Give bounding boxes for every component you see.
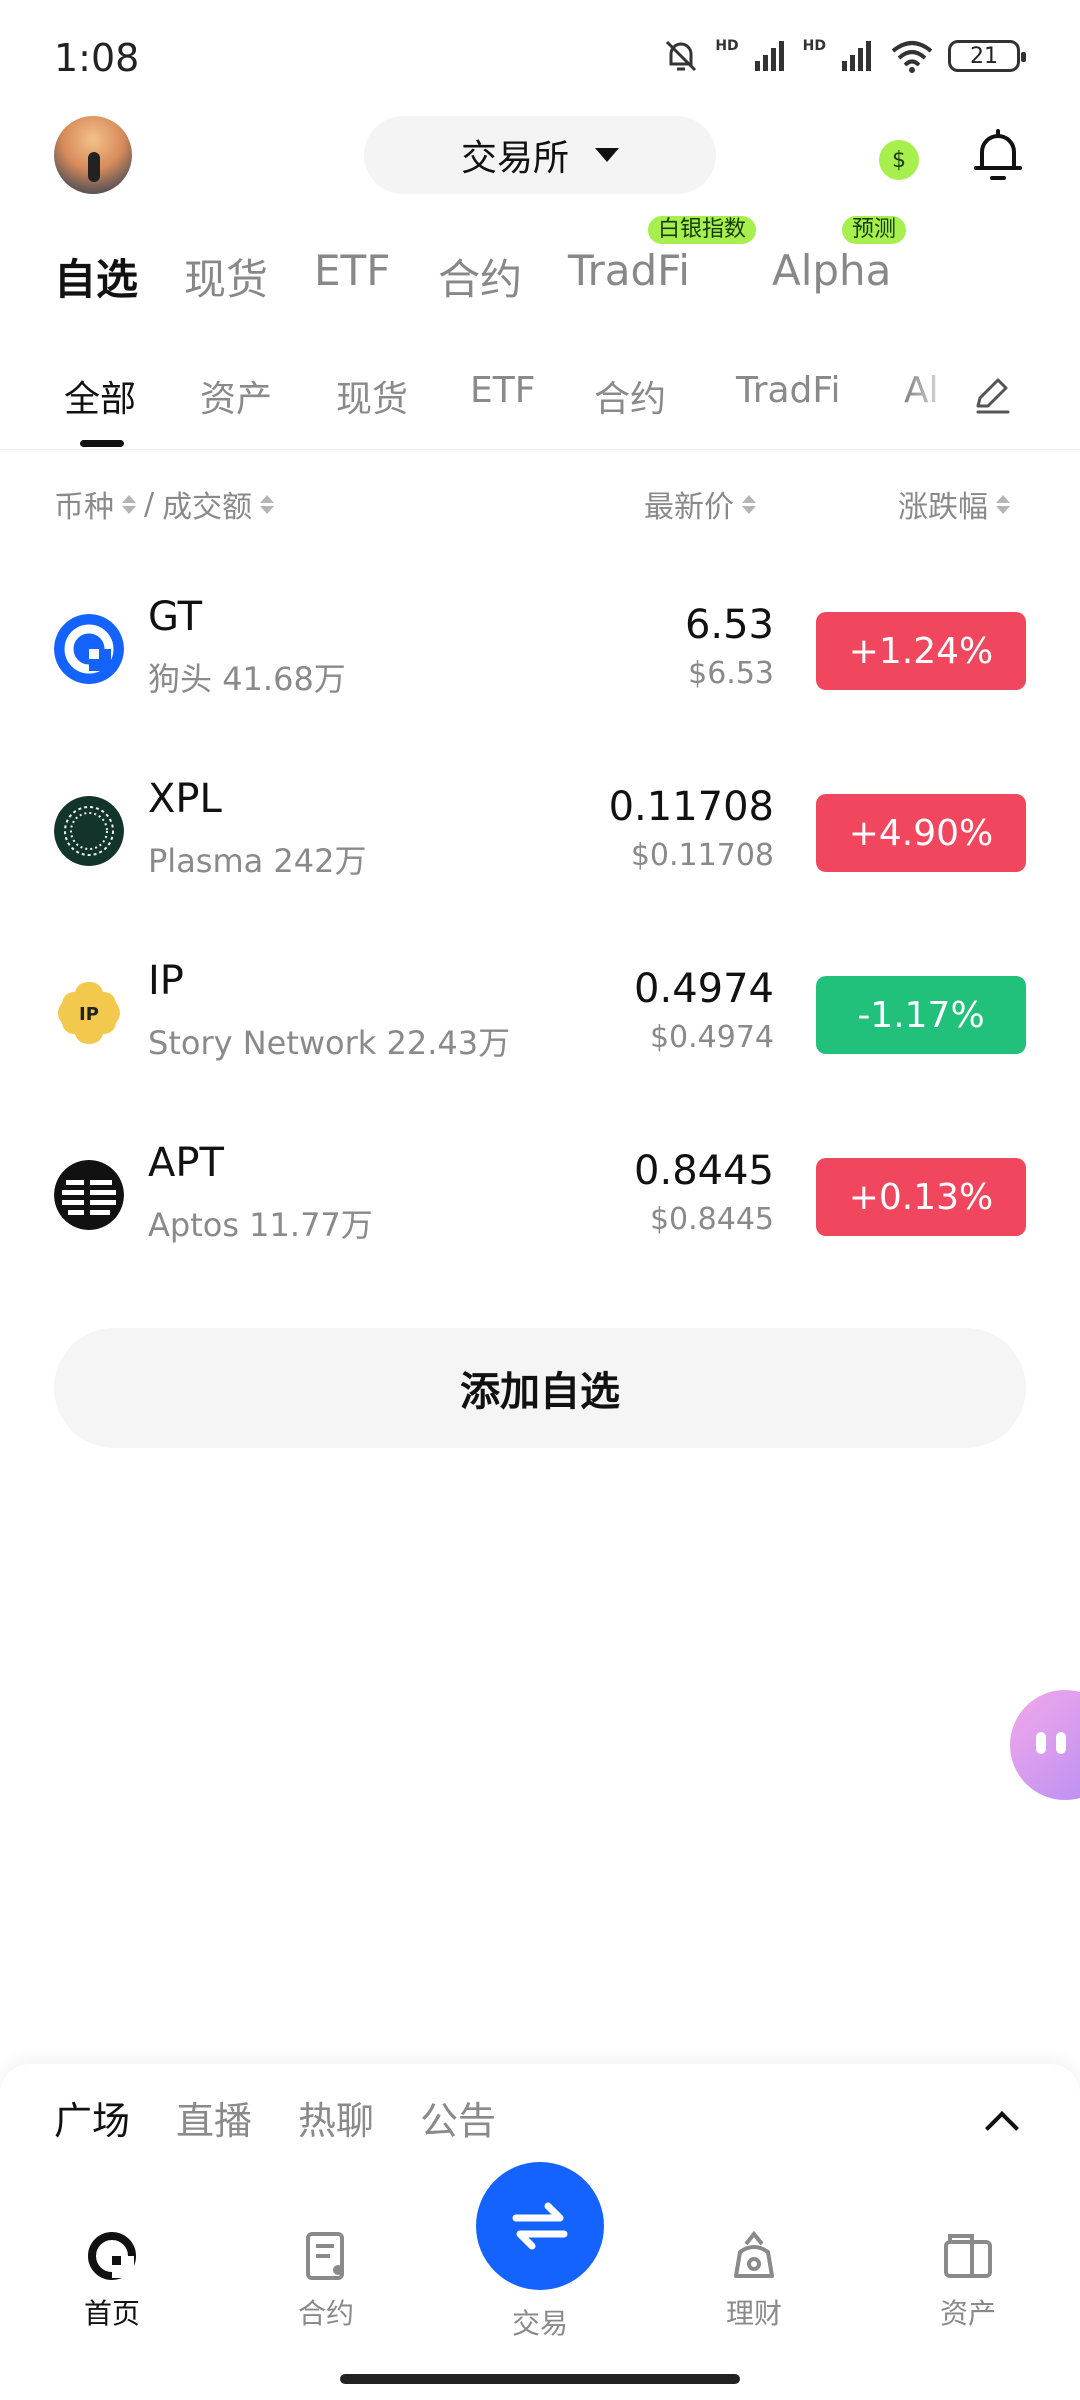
- usd-price: $0.8445: [649, 1202, 774, 1237]
- home-icon: [88, 2232, 136, 2280]
- bell-icon[interactable]: [972, 128, 1024, 184]
- feed-tab-square[interactable]: 广场: [54, 2090, 130, 2145]
- status-bar: 1:08 HD HD 21: [0, 0, 1080, 110]
- add-watchlist-button[interactable]: 添加自选: [54, 1328, 1026, 1448]
- sort-icon: [260, 494, 275, 514]
- chevron-up-icon[interactable]: [985, 2111, 1019, 2145]
- tab-tradfi[interactable]: TradFi: [568, 246, 690, 295]
- status-icons: HD HD 21: [661, 36, 1026, 76]
- exchange-selector[interactable]: 交易所: [364, 116, 716, 194]
- tab-alpha[interactable]: Alpha: [772, 246, 891, 295]
- coin-symbol: XPL: [148, 776, 222, 822]
- change-badge: +0.13%: [816, 1158, 1026, 1236]
- edit-icon[interactable]: [970, 372, 1014, 416]
- coin-subtitle: Aptos 11.77万: [148, 1206, 373, 1244]
- tab-etf[interactable]: ETF: [314, 246, 390, 295]
- coin-subtitle: Plasma 242万: [148, 842, 367, 880]
- nav-earn[interactable]: 理财: [684, 2216, 824, 2332]
- change-badge: +1.24%: [816, 612, 1026, 690]
- nav-trade-label: 交易: [511, 2307, 568, 2340]
- tab-watchlist[interactable]: 自选: [54, 246, 138, 307]
- coin-symbol: IP: [148, 958, 184, 1004]
- tab-spot[interactable]: 现货: [184, 246, 268, 307]
- ip-logo-icon: IP: [58, 982, 120, 1044]
- usd-price: $0.4974: [649, 1020, 774, 1055]
- subtab-etf[interactable]: ETF: [470, 370, 535, 411]
- wallet-icon: [944, 2234, 992, 2278]
- change-badge: -1.17%: [816, 976, 1026, 1054]
- mute-bell-icon: [666, 40, 697, 72]
- battery-level: 21: [970, 43, 998, 69]
- tradfi-badge: 白银指数: [648, 216, 757, 244]
- status-time: 1:08: [54, 36, 140, 80]
- subtab-spot[interactable]: 现货: [336, 370, 408, 422]
- subtab-all[interactable]: 全部: [64, 370, 136, 422]
- home-indicator[interactable]: [340, 2374, 740, 2384]
- usd-price: $6.53: [688, 656, 774, 691]
- last-price: 0.4974: [634, 966, 774, 1012]
- signal-icon: [754, 41, 784, 71]
- coin-symbol: APT: [148, 1140, 224, 1186]
- sort-icon: [996, 494, 1010, 514]
- subtab-futures[interactable]: 合约: [594, 370, 666, 422]
- avatar[interactable]: [54, 116, 132, 194]
- change-badge: +4.90%: [816, 794, 1026, 872]
- sort-icon: [742, 494, 756, 514]
- coin-subtitle: Story Network 22.43万: [148, 1024, 511, 1062]
- column-headers: 币种 / 成交额 最新价 涨跌幅: [0, 482, 1080, 530]
- last-price: 0.8445: [634, 1148, 774, 1194]
- price-header[interactable]: 最新价: [644, 482, 756, 526]
- feed-tab-announcements[interactable]: 公告: [420, 2090, 496, 2145]
- market-row[interactable]: XPL Plasma 242万 0.11708 $0.11708 +4.90%: [0, 760, 1080, 910]
- active-tab-indicator: [80, 440, 124, 447]
- wifi-icon: [891, 41, 933, 73]
- subtab-tradfi[interactable]: TradFi: [736, 370, 841, 411]
- alpha-badge: 预测: [842, 216, 907, 244]
- nav-futures[interactable]: 合约: [256, 2216, 396, 2332]
- secondary-tabs: 全部 资产 现货 ETF 合约 TradFi Al: [0, 360, 1080, 450]
- apt-logo-icon: [54, 1160, 124, 1230]
- market-row[interactable]: APT Aptos 11.77万 0.8445 $0.8445 +0.13%: [0, 1124, 1080, 1274]
- nav-assets[interactable]: 资产: [898, 2216, 1038, 2332]
- last-price: 0.11708: [608, 784, 774, 830]
- gt-logo-icon: [54, 614, 124, 684]
- change-header[interactable]: 涨跌幅: [898, 482, 1010, 526]
- coin-symbol: GT: [148, 594, 203, 640]
- sort-icon: [122, 494, 136, 514]
- feed-tab-live[interactable]: 直播: [176, 2090, 252, 2145]
- caret-down-icon: [595, 148, 619, 162]
- market-row[interactable]: GT 狗头 41.68万 6.53 $6.53 +1.24%: [0, 578, 1080, 728]
- trade-button[interactable]: [476, 2162, 604, 2290]
- coin-volume-header[interactable]: 币种 / 成交额: [54, 482, 275, 526]
- coin-subtitle: 狗头 41.68万: [148, 660, 346, 698]
- tab-futures[interactable]: 合约: [438, 246, 522, 307]
- assistant-bot-icon[interactable]: [1010, 1690, 1080, 1800]
- earn-icon: [734, 2230, 774, 2278]
- usd-price: $0.11708: [630, 838, 774, 873]
- contract-icon: [306, 2232, 344, 2280]
- xpl-logo-icon: [54, 796, 124, 866]
- subtab-assets[interactable]: 资产: [200, 370, 272, 422]
- market-row[interactable]: IP IP Story Network 22.43万 0.4974 $0.497…: [0, 942, 1080, 1092]
- nav-home[interactable]: 首页: [42, 2216, 182, 2332]
- coin-icon[interactable]: $: [879, 140, 919, 180]
- exchange-label: 交易所: [460, 138, 569, 179]
- feed-tab-hot-chat[interactable]: 热聊: [298, 2090, 374, 2145]
- last-price: 6.53: [684, 602, 774, 648]
- swap-icon: [512, 2202, 568, 2250]
- battery-icon: 21: [948, 40, 1026, 72]
- svg-text:IP: IP: [79, 1004, 99, 1025]
- signal-icon: [842, 41, 871, 71]
